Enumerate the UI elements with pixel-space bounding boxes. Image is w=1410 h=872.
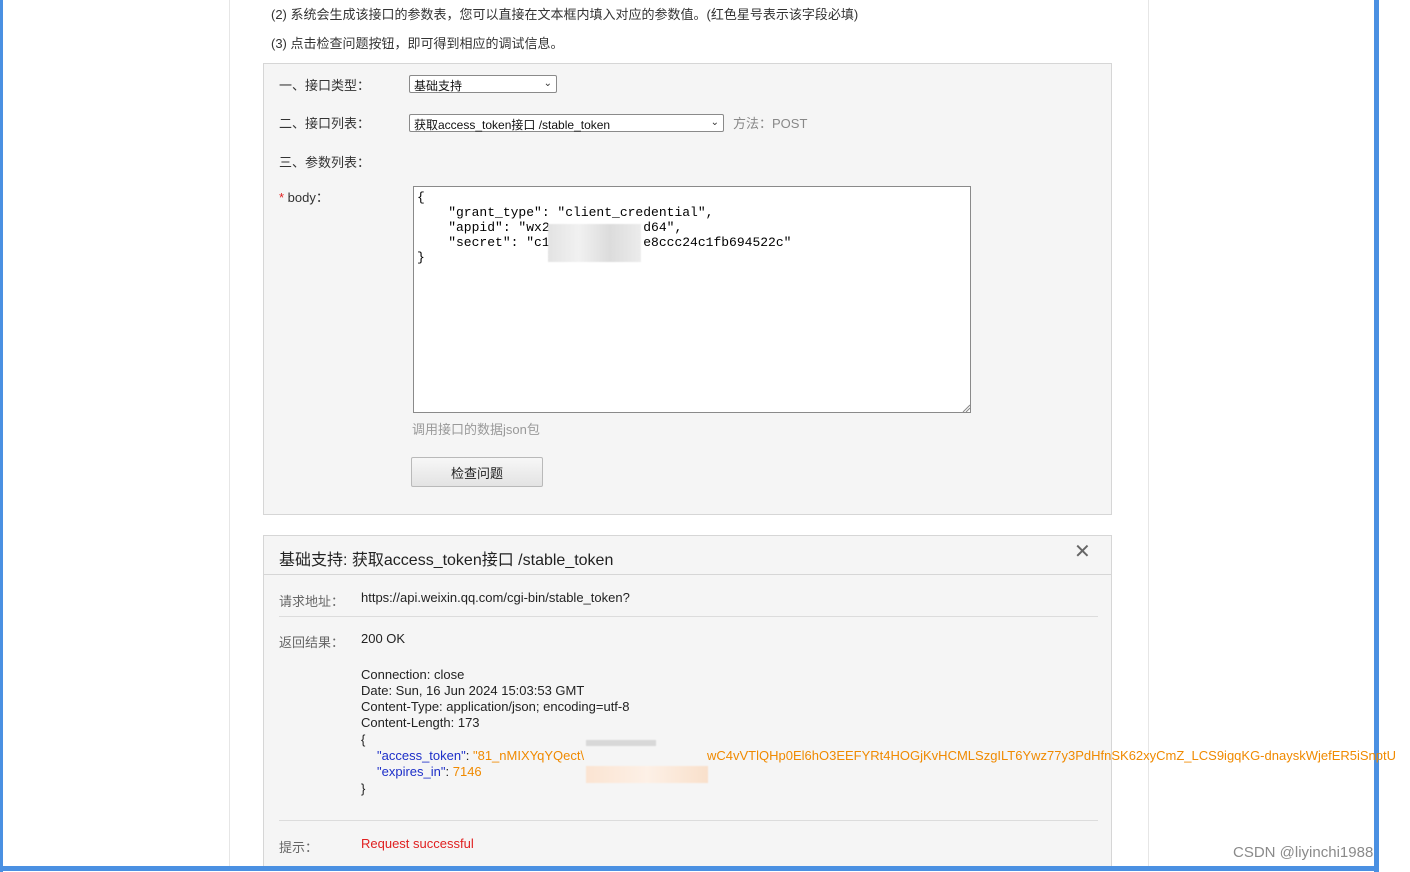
access-token-value-tail: wC4vVTlQHp0El6hO3EEFYRt4HOGjKvHCMLSzgILT… — [707, 748, 1397, 763]
interface-list-select[interactable]: 获取access_token接口 /stable_token ⌄ — [409, 114, 724, 132]
tip-value: Request successful — [361, 836, 474, 851]
result-title: 基础支持: 获取access_token接口 /stable_token — [279, 552, 614, 569]
interface-type-value: 基础支持 — [414, 79, 463, 93]
watermark: CSDN @liyinchi1988 — [1233, 844, 1374, 861]
body-label-text: body： — [284, 190, 329, 205]
expires-in-value: 7146 — [452, 764, 482, 779]
interface-type-label: 一、接口类型： — [279, 78, 371, 93]
expires-in-key: "expires_in" — [377, 764, 446, 779]
access-token-key: "access_token" — [377, 748, 466, 763]
interface-type-select[interactable]: 基础支持 ⌄ — [409, 75, 557, 93]
tip-label: 提示： — [279, 840, 319, 855]
expires-in-line: "expires_in": 7146 — [377, 764, 482, 779]
body-field-label: * body： — [279, 187, 329, 206]
frame-left-border — [0, 0, 3, 872]
divider — [279, 820, 1098, 821]
header-content-length: Content-Length: 173 — [361, 715, 480, 730]
body-line-2: "grant_type": "client_credential", — [417, 205, 714, 220]
interface-list-value: 获取access_token接口 /stable_token — [414, 118, 611, 132]
interface-list-label: 二、接口列表： — [279, 116, 371, 131]
redaction-blur — [586, 766, 708, 783]
redaction-blur — [548, 224, 641, 262]
header-content-type: Content-Type: application/json; encoding… — [361, 699, 630, 714]
instruction-step2: (2) 系统会生成该接口的参数表，您可以直接在文本框内填入对应的参数值。(红色星… — [271, 7, 859, 22]
divider — [279, 616, 1098, 617]
status-line: 200 OK — [361, 631, 406, 646]
frame-right-border — [1374, 0, 1379, 872]
access-token-line: "access_token": "81_nMIXYqYQect\ — [377, 748, 585, 763]
access-token-value-end: wC4vVTlQHp0El6hO3EEFYRt4HOGjKvHCMLSzgILT… — [707, 748, 1396, 763]
body-line-3: "appid": "wx2 d64", — [448, 220, 683, 235]
method-text: 方法：POST — [733, 116, 808, 131]
json-open-brace: { — [361, 732, 366, 747]
redaction-blur — [586, 740, 656, 746]
body-line-1: { — [417, 190, 425, 205]
frame-bottom-border — [0, 866, 1379, 871]
access-token-value-start: "81_nMIXYqYQect\ — [472, 748, 585, 763]
check-problem-button[interactable]: 检查问题 — [411, 457, 543, 487]
resize-handle-icon[interactable] — [962, 404, 970, 412]
chevron-down-icon: ⌄ — [543, 78, 552, 89]
body-hint: 调用接口的数据json包 — [412, 422, 540, 437]
json-close-brace: } — [361, 781, 366, 796]
header-connection: Connection: close — [361, 667, 465, 682]
return-result-label: 返回结果： — [279, 635, 345, 650]
body-json-textarea[interactable]: { "grant_type": "client_credential", "ap… — [413, 186, 971, 413]
instruction-step3: (3) 点击检查问题按钮，即可得到相应的调试信息。 — [271, 36, 564, 51]
chevron-down-icon: ⌄ — [710, 117, 719, 128]
close-icon[interactable]: ✕ — [1074, 539, 1091, 564]
header-date: Date: Sun, 16 Jun 2024 15:03:53 GMT — [361, 683, 585, 698]
request-url-label: 请求地址： — [279, 594, 345, 609]
body-line-5: } — [417, 250, 425, 265]
params-label: 三、参数列表： — [279, 155, 371, 170]
body-line-4: "secret": "c1 e8ccc24c1fb694522c" — [448, 235, 792, 250]
request-url-value: https://api.weixin.qq.com/cgi-bin/stable… — [361, 590, 630, 605]
